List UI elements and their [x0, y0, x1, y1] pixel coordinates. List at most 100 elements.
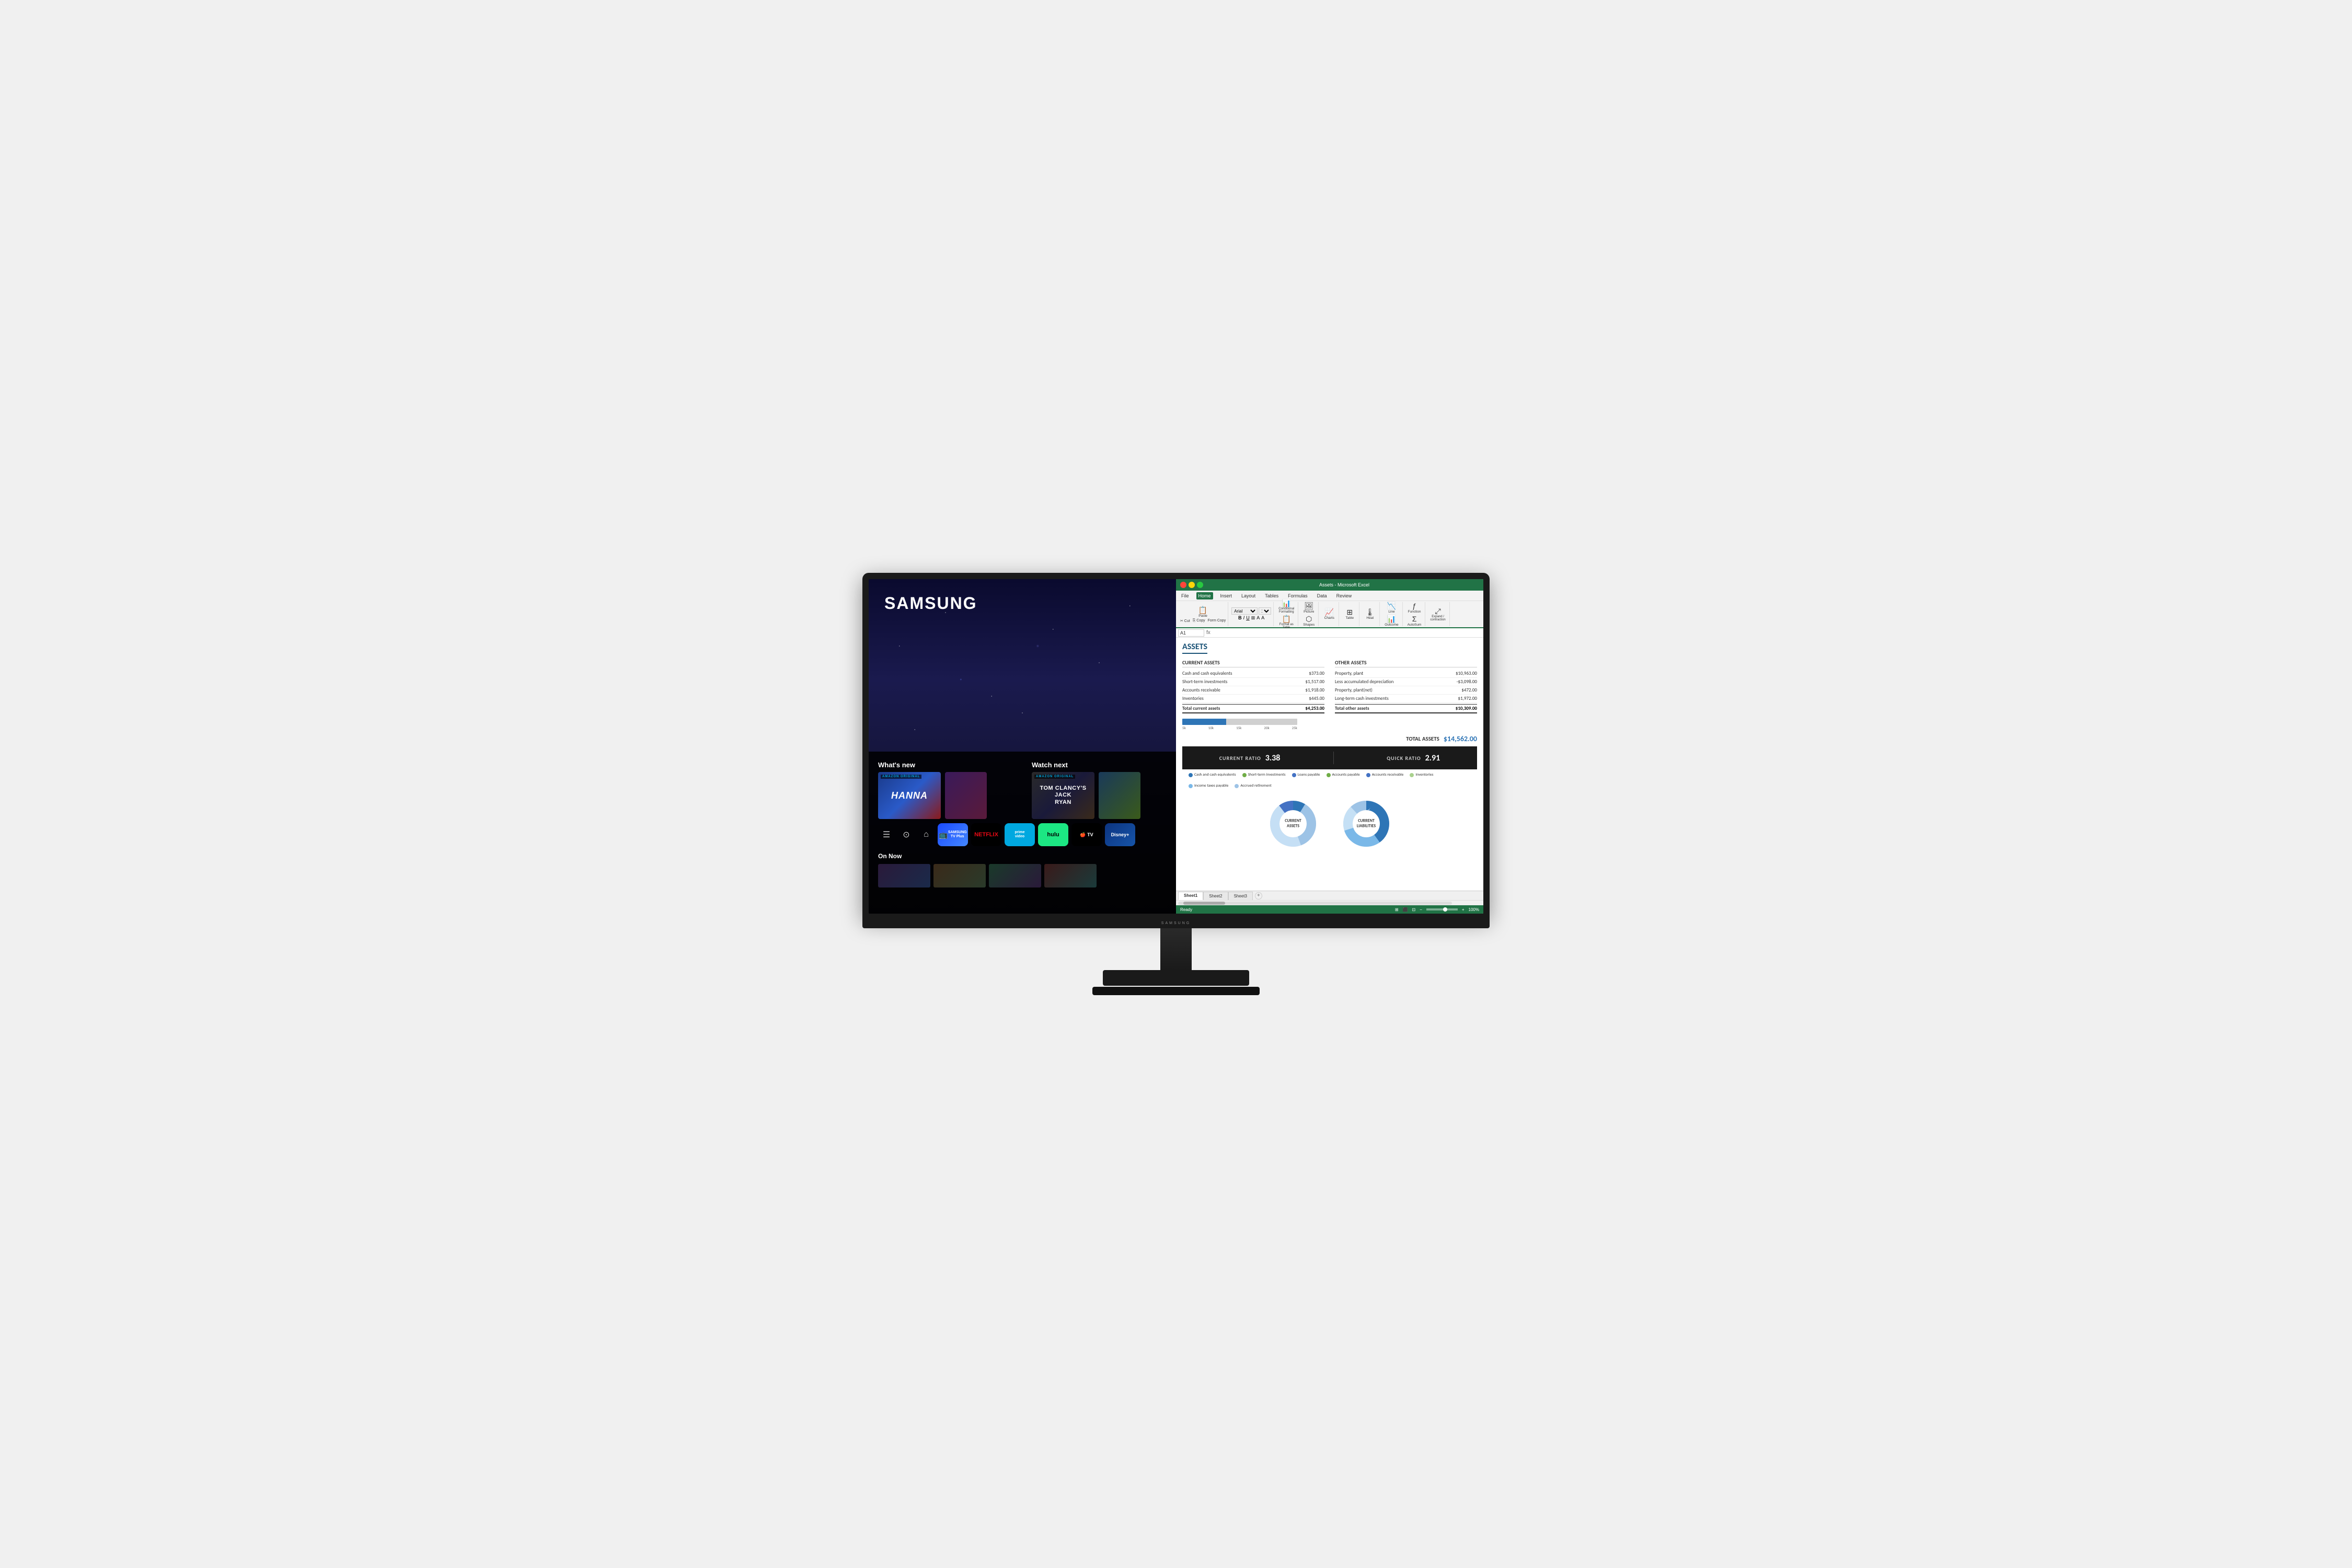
table-button[interactable]: ⊞ Table	[1342, 608, 1357, 620]
font-size-select[interactable]: 11	[1259, 607, 1271, 615]
charts-button[interactable]: 📈 Charts	[1322, 608, 1336, 620]
cut-button[interactable]: ✂ Cut	[1180, 619, 1190, 623]
cell-reference[interactable]: A1	[1178, 629, 1204, 637]
line-button[interactable]: 📉 Line	[1384, 602, 1399, 614]
maximize-button[interactable]	[1197, 582, 1203, 588]
monitor-base	[1103, 970, 1249, 986]
close-button[interactable]	[1180, 582, 1186, 588]
apps-row: ☰ ⊙ ⌂ 📺 SAMSUNGTV Plus NETFLIX primevide…	[869, 819, 1176, 850]
chart-section: Cash and cash equivalents Short-term inv…	[1182, 773, 1477, 855]
current-ratio-label: CURRENT RATIO	[1219, 755, 1261, 762]
jackryan-card[interactable]: AMAZON ORIGINAL TOM CLANCY'SJACKRYAN	[1032, 772, 1094, 819]
font-color-button[interactable]: A	[1261, 615, 1264, 621]
on-now-card-3[interactable]	[989, 864, 1041, 887]
minimize-button[interactable]	[1189, 582, 1195, 588]
excel-formula-bar: A1 fx	[1176, 628, 1483, 638]
format-copy-button[interactable]: Form Copy	[1208, 619, 1226, 623]
add-sheet-button[interactable]: +	[1255, 892, 1262, 900]
format-table-button[interactable]: 📋 Format asTable	[1278, 615, 1295, 630]
total-assets-label: TOTAL ASSETS	[1406, 735, 1439, 742]
on-now-card-1[interactable]	[878, 864, 930, 887]
menu-file[interactable]: File	[1179, 592, 1191, 599]
other-assets-row-2: Less accumulated depreciation -$3,098.00	[1335, 678, 1477, 686]
hulu-label: hulu	[1047, 832, 1059, 838]
tv-bottom-panel: What's new AMAZON ORIGINAL HANNA Watch n…	[869, 752, 1176, 914]
progress-label-25k: 25k	[1292, 725, 1297, 730]
legend-accounts-recv-dot	[1366, 773, 1370, 777]
hanna-card[interactable]: AMAZON ORIGINAL HANNA	[878, 772, 941, 819]
excel-panel: Assets - Microsoft Excel File Home Inser…	[1176, 579, 1483, 914]
shortterm-value: $1,517.00	[1306, 679, 1324, 685]
heat-icon: 🌡	[1365, 608, 1375, 616]
window-controls	[1180, 582, 1203, 588]
hulu-app[interactable]: hulu	[1038, 823, 1068, 846]
quick-ratio-value: 2.91	[1425, 753, 1440, 763]
search-icon[interactable]: ⊙	[898, 826, 915, 843]
menu-tables[interactable]: Tables	[1263, 592, 1281, 599]
picture-button[interactable]: 🖼 Picture	[1301, 602, 1316, 614]
property-net-label: Property, plant(net)	[1335, 687, 1373, 693]
scrollbar-track[interactable]	[1178, 902, 1452, 905]
excel-scrollbar[interactable]	[1176, 900, 1483, 905]
view-normal-icon[interactable]: ⊞	[1395, 907, 1399, 912]
monitor-bezel-bottom: SAMSUNG	[862, 918, 1490, 928]
on-now-card-2[interactable]	[933, 864, 986, 887]
font-family-select[interactable]: Arial	[1231, 607, 1258, 615]
generic-card-1[interactable]	[945, 772, 987, 819]
outcome-button[interactable]: 📊 Outcome	[1383, 615, 1400, 627]
legend-shortterm-dot	[1242, 773, 1247, 777]
menu-data[interactable]: Data	[1315, 592, 1329, 599]
view-layout-icon[interactable]: ⬛	[1403, 907, 1408, 912]
current-assets-row-2: Short-term investments $1,517.00	[1182, 678, 1324, 686]
whats-new-row: AMAZON ORIGINAL HANNA	[869, 772, 1022, 819]
progress-bar-container: 5k 10k 15k 20k 25k	[1182, 719, 1477, 730]
generic-card-2[interactable]	[1099, 772, 1140, 819]
prime-video-label: primevideo	[1014, 831, 1024, 839]
charts-group: 📈 Charts	[1320, 602, 1339, 626]
inventories-label: Inventories	[1182, 696, 1204, 701]
zoom-out-button[interactable]: −	[1420, 907, 1422, 912]
function-button[interactable]: ƒ Function	[1406, 602, 1423, 614]
on-now-card-4[interactable]	[1044, 864, 1097, 887]
menu-home[interactable]: Home	[1196, 592, 1213, 599]
assets-grid: CURRENT ASSETS Cash and cash equivalents…	[1182, 659, 1477, 713]
prime-video-app[interactable]: primevideo	[1005, 823, 1035, 846]
disney-plus-app[interactable]: Disney+	[1105, 823, 1135, 846]
conditional-format-button[interactable]: 📊 ConditionalFormatting	[1277, 599, 1296, 614]
samsung-tv-plus-app[interactable]: 📺 SAMSUNGTV Plus	[938, 823, 968, 846]
legend-inventories-dot	[1410, 773, 1414, 777]
underline-button[interactable]: U	[1246, 615, 1250, 621]
sheet-tab-2[interactable]: Sheet2	[1203, 892, 1228, 900]
assets-title: ASSETS	[1182, 642, 1207, 654]
home-icon[interactable]: ⌂	[918, 826, 935, 843]
paste-button[interactable]: 📋 Paste	[1196, 606, 1210, 618]
sheet-tab-1[interactable]: Sheet1	[1178, 892, 1203, 900]
view-page-icon[interactable]: ⊡	[1412, 907, 1415, 912]
autosum-button[interactable]: Σ AutoSum	[1406, 615, 1423, 627]
shapes-button[interactable]: ⬡ Shapes	[1301, 615, 1316, 627]
netflix-app[interactable]: NETFLIX	[971, 823, 1001, 846]
zoom-in-button[interactable]: +	[1462, 907, 1465, 912]
menu-icon[interactable]: ☰	[878, 826, 895, 843]
copy-button[interactable]: ⎘ Copy	[1193, 619, 1205, 623]
menu-formulas[interactable]: Formulas	[1286, 592, 1310, 599]
menu-review[interactable]: Review	[1334, 592, 1354, 599]
outcome-ribbon-label: Outcome	[1385, 623, 1398, 627]
line-outcome-group: 📉 Line 📊 Outcome	[1381, 602, 1402, 626]
current-assets-section: CURRENT ASSETS Cash and cash equivalents…	[1182, 659, 1324, 713]
sheet-tab-3[interactable]: Sheet3	[1228, 892, 1253, 900]
legend-cash-label: Cash and cash equivalents	[1194, 773, 1236, 777]
fill-color-button[interactable]: A	[1256, 615, 1260, 621]
bold-button[interactable]: B	[1238, 615, 1242, 621]
appletv-app[interactable]: 🍎 TV	[1071, 823, 1102, 846]
expand-button[interactable]: ⤢ Expand /contraction	[1428, 607, 1447, 622]
menu-insert[interactable]: Insert	[1218, 592, 1235, 599]
border-button[interactable]: ⊞	[1251, 615, 1255, 621]
menu-layout[interactable]: Layout	[1239, 592, 1258, 599]
quick-ratio-label: QUICK RATIO	[1387, 755, 1421, 762]
italic-button[interactable]: I	[1243, 615, 1245, 621]
heat-button[interactable]: 🌡 Heat	[1363, 608, 1377, 620]
scrollbar-thumb[interactable]	[1183, 902, 1225, 905]
excel-content-area: ASSETS CURRENT ASSETS Cash and cash equi…	[1176, 638, 1483, 914]
conditional-format-icon: 📊	[1282, 599, 1291, 607]
